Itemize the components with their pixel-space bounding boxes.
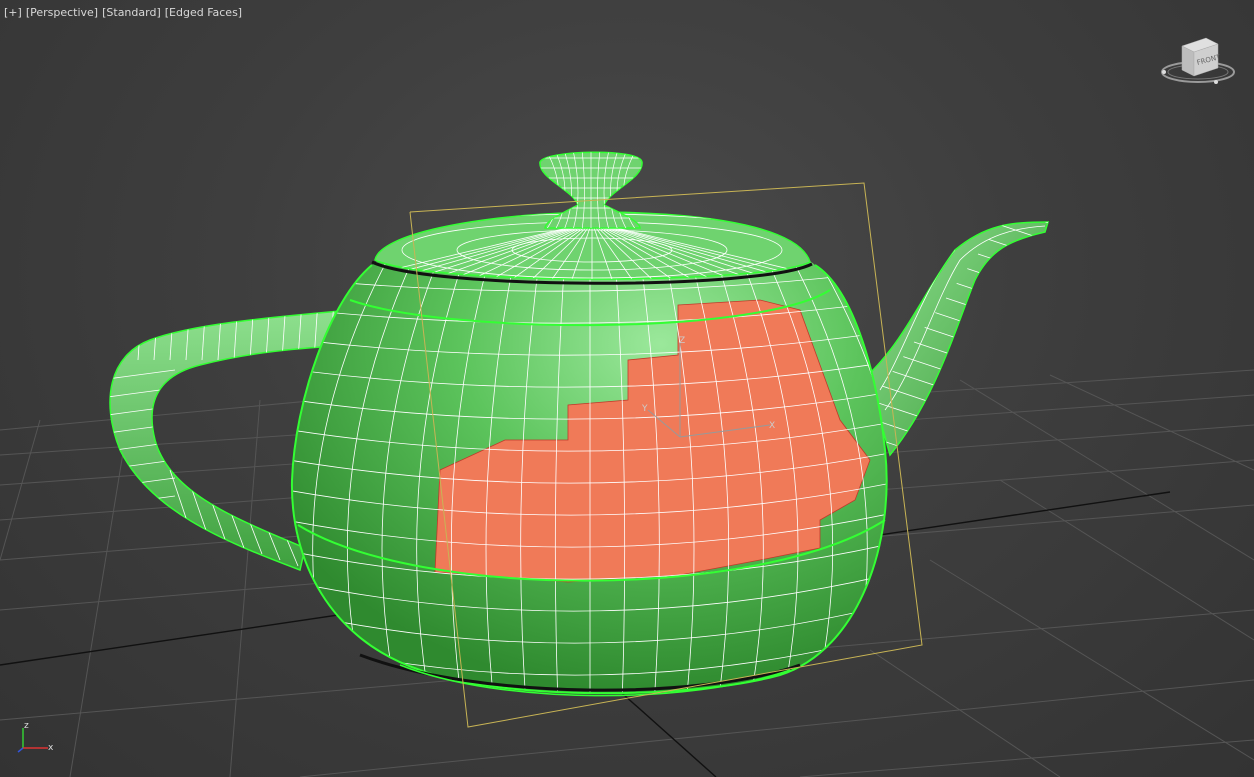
teapot-body [290,227,888,697]
perspective-viewport[interactable]: Z Y X FRONT z x [0,0,1254,777]
tripod-z-label: z [24,721,29,731]
gizmo-x-label: X [769,421,775,431]
tripod-x-label: x [48,743,54,753]
viewcube-icon[interactable]: FRONT [1161,37,1235,84]
axis-tripod-icon: z x [17,721,54,753]
teapot-knob [539,151,643,229]
gizmo-y-label: Y [641,404,648,414]
gizmo-z-label: Z [679,336,685,346]
